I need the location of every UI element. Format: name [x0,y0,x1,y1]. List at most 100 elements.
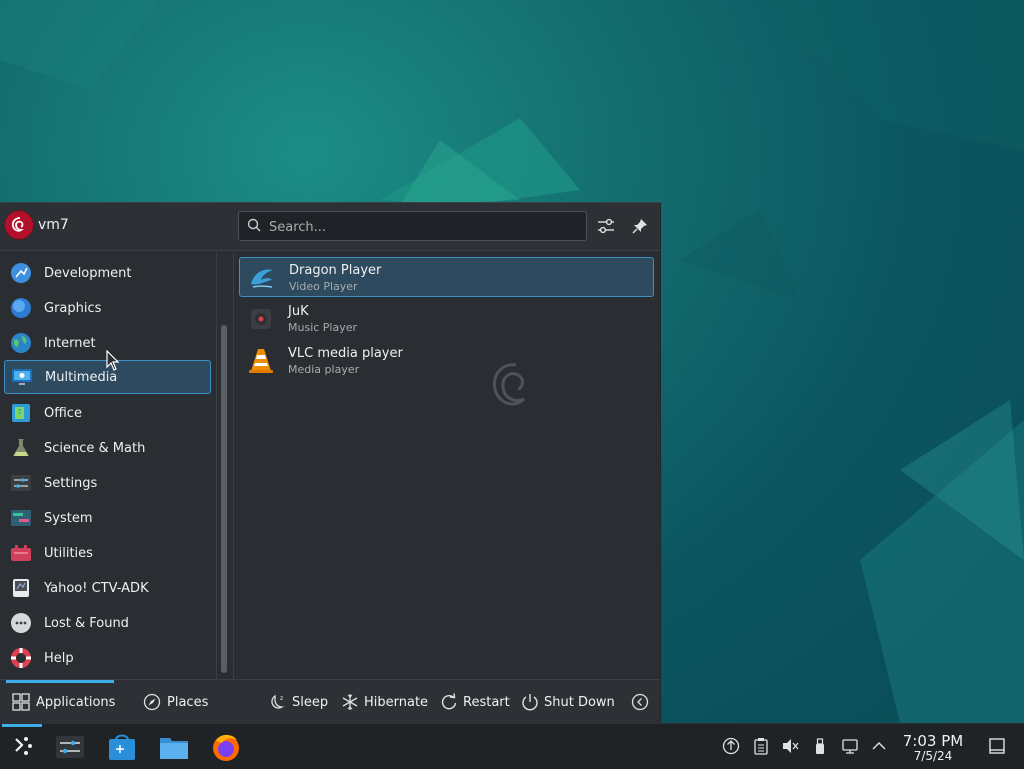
clock-time[interactable]: 7:03 PM [898,732,968,750]
category-lost-found[interactable]: Lost & Found [4,606,211,640]
usb-device-icon[interactable] [811,737,829,755]
category-label: Help [44,650,74,666]
more-power-options-button[interactable] [631,692,654,712]
active-tab-indicator [6,680,114,683]
category-list: Development Graphics Internet Multimedia… [0,253,216,679]
app-vlc[interactable]: VLC media player Media player [239,341,654,381]
lost-found-icon [11,613,31,633]
category-label: Lost & Found [44,615,129,631]
launcher-header: vm7 [0,203,660,251]
tab-places[interactable]: Places [143,692,208,712]
compass-icon [143,693,161,711]
launcher-active-indicator [2,724,42,727]
help-icon [11,648,31,668]
category-label: Settings [44,475,98,491]
kde-launcher-icon [15,737,32,755]
discover-icon[interactable] [106,731,138,763]
app-description: Music Player [288,321,358,334]
category-graphics[interactable]: Graphics [4,291,211,325]
launcher-footer: Applications Places z Sleep Hibernate Re… [0,679,660,724]
clock-date[interactable]: 7/5/24 [898,749,968,763]
restart-icon [441,693,457,710]
hibernate-label: Hibernate [364,694,429,710]
app-name: JuK [288,304,309,319]
category-label: Graphics [44,300,102,316]
app-launcher-button[interactable] [6,731,38,763]
category-science-math[interactable]: Science & Math [4,431,211,465]
divider [233,253,234,679]
category-label: System [44,510,93,526]
app-description: Media player [288,363,360,376]
category-yahoo-ctv-adk[interactable]: Yahoo! CTV-ADK [4,571,211,605]
tab-label: Applications [36,694,116,710]
tab-label: Places [167,694,209,710]
category-scrollbar[interactable] [221,325,227,673]
category-development[interactable]: Development [4,256,211,290]
username[interactable]: vm7 [38,217,69,233]
dragon-player-icon [251,269,273,288]
utilities-icon [11,545,31,561]
science-icon [13,439,29,456]
pin-icon [632,219,647,234]
category-label: Science & Math [44,440,146,456]
power-icon [522,694,538,711]
show-desktop-icon[interactable] [988,737,1006,755]
settings-icon [11,475,31,491]
tab-applications[interactable]: Applications [12,692,115,712]
category-system[interactable]: System [4,501,211,535]
dolphin-icon[interactable] [158,731,190,763]
shutdown-label: Shut Down [544,694,615,710]
restart-button[interactable]: Restart [440,692,510,712]
vlc-icon [249,349,273,373]
configure-button[interactable] [595,215,617,237]
internet-icon [11,333,31,353]
development-icon [11,263,31,283]
sliders-icon [598,218,614,234]
app-description: Video Player [289,280,358,293]
category-help[interactable]: Help [4,641,211,675]
snowflake-icon [342,694,358,710]
category-label: Utilities [44,545,93,561]
app-juk[interactable]: JuK Music Player [239,299,654,339]
category-label: Office [44,405,82,421]
system-icon [11,510,31,526]
category-label: Internet [44,335,96,351]
category-utilities[interactable]: Utilities [4,536,211,570]
multimedia-icon [12,369,32,385]
application-launcher: vm7 Development [0,202,661,724]
app-dragon-player[interactable]: Dragon Player Video Player [239,257,654,297]
search-box[interactable] [238,211,587,241]
category-office[interactable]: Office [4,396,211,430]
shutdown-button[interactable]: Shut Down [521,692,615,712]
app-name: Dragon Player [289,263,382,278]
update-notifier-icon[interactable] [722,737,740,755]
avatar[interactable] [5,211,33,239]
office-icon [12,404,30,422]
pin-button[interactable] [629,215,651,237]
search-input[interactable] [267,216,571,238]
firefox-icon[interactable] [210,731,242,763]
chevron-left-circle-icon [631,693,649,711]
network-wired-icon[interactable] [841,737,859,755]
juk-icon [251,309,271,329]
yahoo-icon [13,579,29,597]
divider [216,253,217,679]
sleep-label: Sleep [292,694,329,710]
system-settings-icon[interactable] [54,731,86,763]
sleep-button[interactable]: z Sleep [269,692,328,712]
app-name: VLC media player [288,346,403,361]
volume-muted-icon[interactable] [781,737,799,755]
sleep-icon: z [271,694,285,709]
debian-logo-icon [11,217,24,232]
category-label: Yahoo! CTV-ADK [44,580,149,596]
clipboard-icon[interactable] [752,737,770,755]
taskbar: 7:03 PM 7/5/24 [0,723,1024,769]
category-label: Development [44,265,132,281]
restart-label: Restart [463,694,510,710]
hibernate-button[interactable]: Hibernate [341,692,428,712]
svg-text:z: z [280,695,283,702]
show-hidden-icons-chevron-up-icon[interactable] [870,737,888,755]
graphics-icon [11,298,31,318]
mouse-cursor-icon [106,350,120,371]
category-settings[interactable]: Settings [4,466,211,500]
